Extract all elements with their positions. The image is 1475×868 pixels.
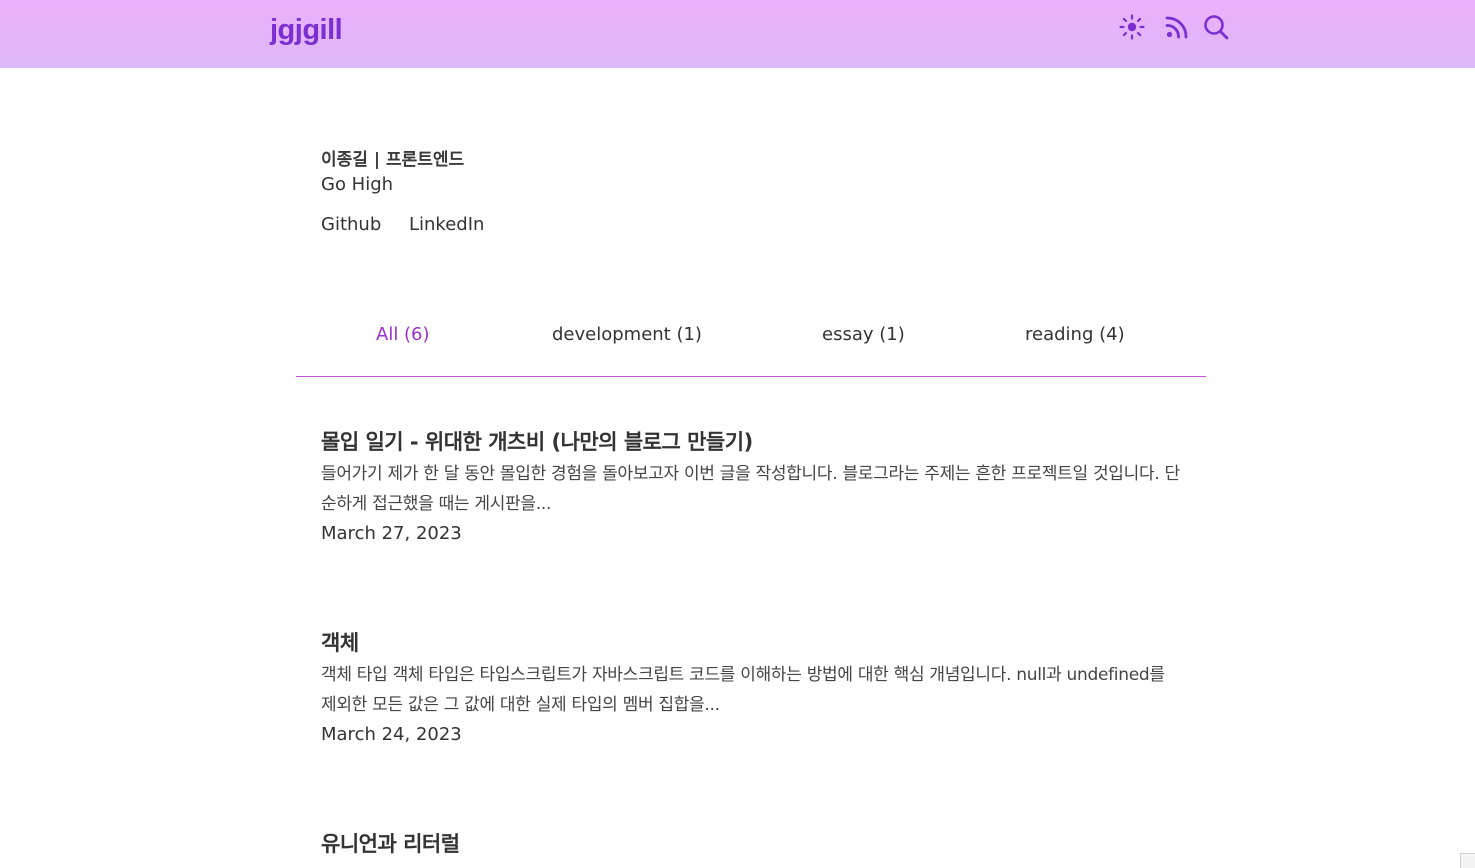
sun-icon — [1117, 12, 1147, 42]
author-description: Go High — [321, 174, 394, 195]
search-button[interactable] — [1200, 12, 1232, 42]
author-bio: 이종길 | 프론트엔드 Go High Github LinkedIn — [321, 145, 506, 235]
search-icon — [1201, 12, 1231, 42]
post-title[interactable]: 유니언과 리터럴 — [321, 829, 1181, 859]
site-logo[interactable]: jgjgill — [270, 14, 343, 47]
author-links: Github LinkedIn — [321, 214, 506, 235]
rss-icon — [1162, 12, 1192, 42]
author-name: 이종길 | 프론트엔드 — [321, 150, 465, 170]
site-header: jgjgill — [0, 0, 1475, 68]
rss-button[interactable] — [1161, 12, 1193, 42]
post-excerpt: 객체 타입 객체 타입은 타입스크립트가 자바스크립트 코드를 이해하는 방법에… — [321, 665, 1165, 715]
linkedin-link[interactable]: LinkedIn — [409, 214, 484, 235]
post-title[interactable]: 객체 — [321, 628, 1181, 658]
post-title[interactable]: 몰입 일기 - 위대한 개츠비 (나만의 블로그 만들기) — [321, 427, 1181, 457]
post-excerpt: 들어가기 제가 한 달 동안 몰입한 경험을 돌아보고자 이번 글을 작성합니다… — [321, 464, 1180, 514]
post-item[interactable]: 객체 객체 타입 객체 타입은 타입스크립트가 자바스크립트 코드를 이해하는 … — [321, 628, 1181, 750]
theme-toggle-button[interactable] — [1116, 12, 1148, 42]
category-tabs: All (6) development (1) essay (1) readin… — [296, 310, 1206, 377]
post-date: March 24, 2023 — [321, 724, 462, 745]
github-link[interactable]: Github — [321, 214, 381, 235]
tab-development[interactable]: development (1) — [552, 324, 702, 345]
post-item[interactable]: 몰입 일기 - 위대한 개츠비 (나만의 블로그 만들기) 들어가기 제가 한 … — [321, 427, 1181, 549]
post-date: March 27, 2023 — [321, 523, 462, 544]
post-item[interactable]: 유니언과 리터럴 — [321, 829, 1181, 859]
tab-essay[interactable]: essay (1) — [822, 324, 905, 345]
tab-reading[interactable]: reading (4) — [1025, 324, 1125, 345]
tab-all[interactable]: All (6) — [376, 324, 430, 345]
scroll-corner — [1460, 853, 1475, 868]
